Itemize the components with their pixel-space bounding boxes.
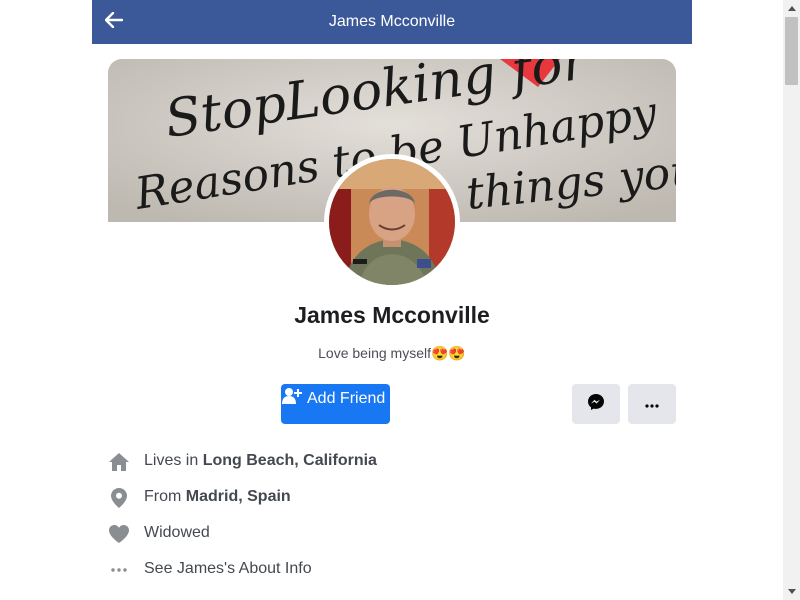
vertical-scrollbar[interactable]: [783, 0, 800, 600]
page-title: James Mcconville: [328, 13, 456, 30]
relationship-row: Widowed: [108, 522, 676, 546]
add-friend-button[interactable]: Add Friend: [281, 384, 390, 424]
lives-in-row: Lives in Long Beach, California: [108, 450, 676, 474]
add-friend-label: Add Friend: [307, 390, 386, 407]
message-button[interactable]: [572, 384, 620, 424]
home-icon: [108, 450, 130, 474]
messenger-icon: [587, 393, 605, 416]
more-horizontal-icon: [645, 395, 659, 413]
scroll-down-arrow-icon[interactable]: [783, 583, 800, 600]
profile-name: James Mcconville: [294, 302, 490, 328]
top-bar: James Mcconville: [92, 0, 692, 44]
add-friend-icon: [282, 387, 302, 410]
from-prefix: From: [144, 488, 182, 505]
avatar[interactable]: [329, 159, 455, 285]
from-value[interactable]: Madrid, Spain: [186, 488, 291, 505]
hometown-row: From Madrid, Spain: [108, 486, 676, 510]
lives-in-value[interactable]: Long Beach, California: [203, 452, 377, 469]
profile-page: James Mcconville StopLooking for Reasons…: [92, 0, 692, 600]
heart-icon: [108, 522, 130, 546]
about-info-row[interactable]: See James's About Info: [108, 558, 676, 582]
about-info-link[interactable]: See James's About Info: [144, 560, 312, 578]
more-horizontal-icon: [108, 558, 130, 582]
profile-bio: Love being myself😍😍: [318, 345, 466, 361]
relationship-status: Widowed: [144, 524, 210, 541]
location-pin-icon: [108, 486, 130, 510]
scroll-up-arrow-icon[interactable]: [783, 0, 800, 17]
lives-in-prefix: Lives in: [144, 452, 199, 469]
avatar-frame: [324, 154, 460, 290]
scrollbar-thumb[interactable]: [785, 17, 798, 85]
more-options-button[interactable]: [628, 384, 676, 424]
